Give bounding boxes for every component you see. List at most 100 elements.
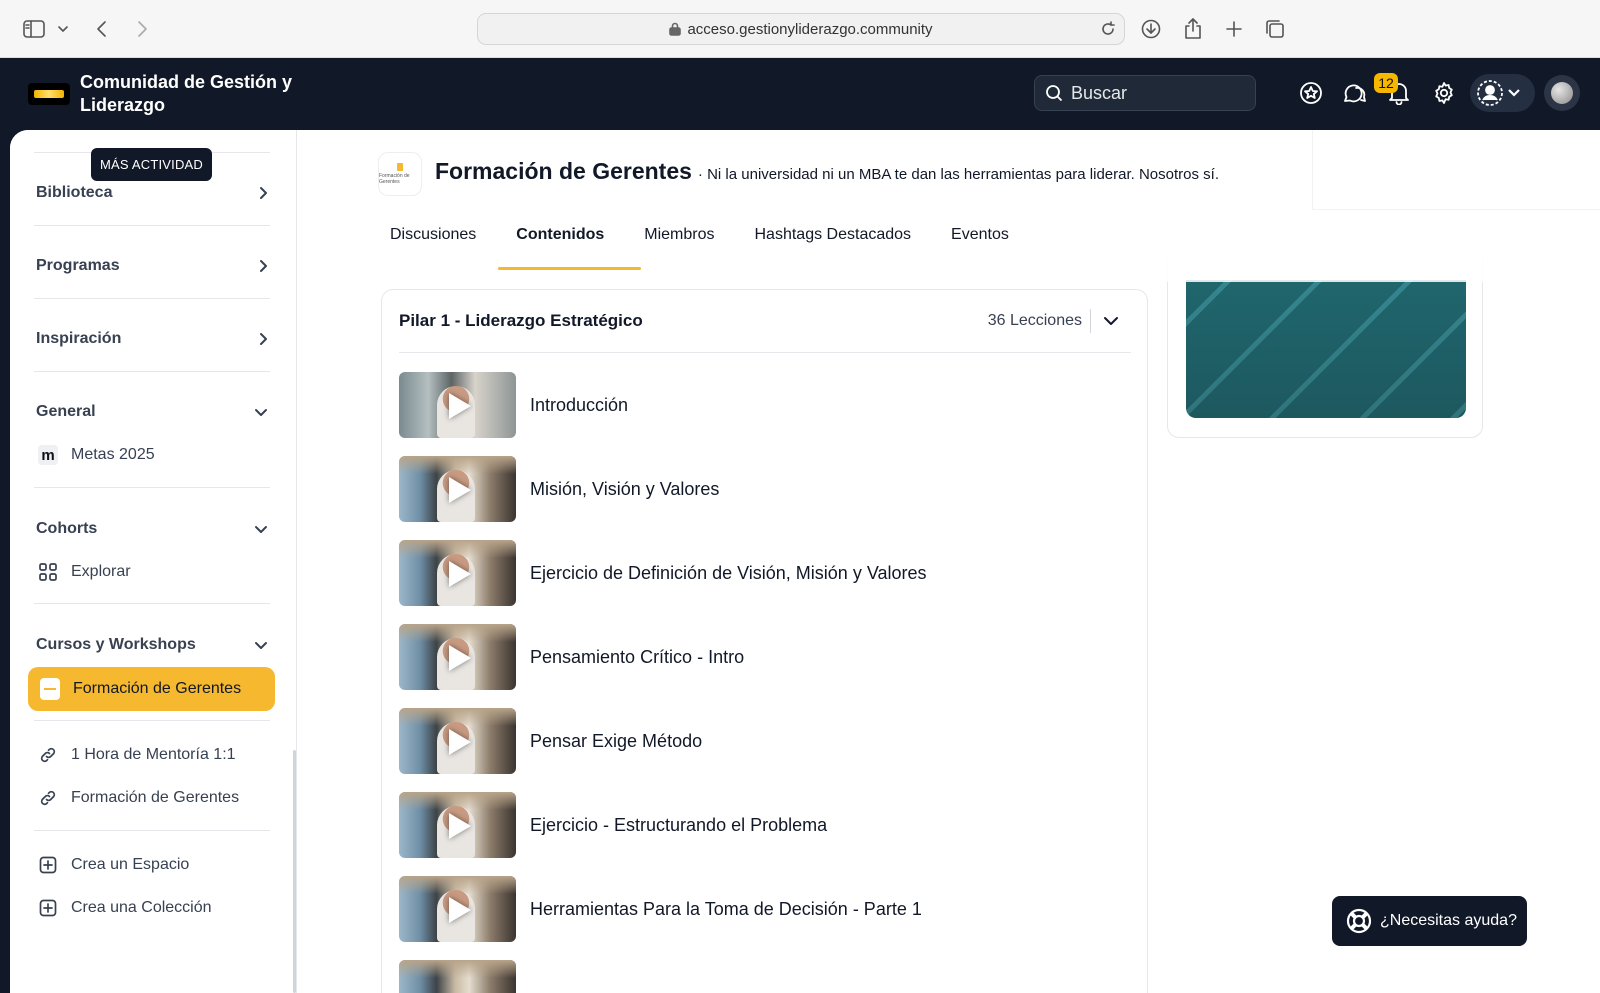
download-icon[interactable] [1140,16,1162,42]
avatar[interactable] [1544,75,1580,111]
plus-square-icon [39,856,57,874]
share-icon[interactable] [1182,16,1204,42]
lesson-item[interactable]: Pensamiento Crítico - Intro [399,624,1119,690]
play-icon [449,813,471,839]
tab-contenidos[interactable]: Contenidos [498,222,642,270]
divider [34,830,270,831]
chevron-right-icon [260,260,267,272]
user-menu-button[interactable] [1470,74,1535,112]
item-label: Crea un Espacio [71,856,190,873]
item-label: Metas 2025 [71,446,155,463]
lesson-title: Herramientas Para la Toma de Decisión - … [530,898,922,919]
chevron-down-icon [1508,89,1520,97]
lesson-item[interactable]: Herramientas Para la Toma de Decisión - … [399,876,1119,942]
lesson-thumbnail[interactable] [399,624,516,690]
sidebar-section-cohorts[interactable]: Cohorts [36,516,268,542]
sidebar-link-mentoria[interactable]: 1 Hora de Mentoría 1:1 [38,742,270,768]
lesson-thumbnail[interactable] [399,456,516,522]
sidebar: MÁS ACTIVIDAD Biblioteca Programas Inspi… [10,130,297,993]
chevron-right-icon [260,187,267,199]
lesson-item[interactable] [399,960,1119,993]
reload-icon[interactable] [1100,21,1116,37]
play-icon [449,393,471,419]
lesson-item[interactable]: Ejercicio - Estructurando el Problema [399,792,1119,858]
divider [34,298,270,299]
brand-logo[interactable] [28,83,70,105]
section-label: Programas [36,257,120,274]
cover-image [1186,280,1466,418]
lesson-item[interactable]: Pensar Exige Método [399,708,1119,774]
search-icon [1046,85,1063,102]
help-label: ¿Necesitas ayuda? [1380,912,1517,929]
section-label: Inspiración [36,330,122,347]
space-logo-text: Formación de Gerentes [379,173,410,185]
space-m-icon: m [38,445,58,465]
create-space-button[interactable]: Crea un Espacio [38,852,270,878]
search-input[interactable]: Buscar [1034,75,1256,111]
sidebar-item-metas-2025[interactable]: m Metas 2025 [38,442,270,468]
brand-name[interactable]: Comunidad de Gestión y Liderazgo [80,71,320,117]
lesson-item[interactable]: Ejercicio de Definición de Visión, Misió… [399,540,1119,606]
url-text: acceso.gestionyliderazgo.community [687,20,933,38]
sidebar-scrollbar[interactable] [293,750,296,993]
divider [34,720,270,721]
lesson-title: Pensar Exige Método [530,730,703,751]
sidebar-toggle-icon[interactable] [22,16,46,42]
lesson-thumbnail[interactable] [399,708,516,774]
sidebar-section-general[interactable]: General [36,399,268,425]
space-logo: Formación de Gerentes [378,152,422,196]
chevron-right-icon [260,333,267,345]
lesson-title: Misión, Visión y Valores [530,478,720,499]
divider [34,487,270,488]
collapse-button[interactable] [1091,316,1131,326]
lesson-count: 36 Lecciones [988,309,1091,333]
gear-icon[interactable] [1428,77,1460,109]
grid-icon [39,563,57,581]
lesson-thumbnail[interactable] [399,372,516,438]
divider [34,603,270,604]
address-bar[interactable]: acceso.gestionyliderazgo.community [477,13,1125,45]
lesson-thumbnail[interactable] [399,540,516,606]
lesson-item[interactable]: Misión, Visión y Valores [399,456,1119,522]
forward-icon[interactable] [132,16,152,42]
user-circle-icon [1477,80,1503,106]
sidebar-section-programas[interactable]: Programas [36,253,268,279]
tabs-overview-icon[interactable] [1264,16,1286,42]
chevron-down-icon [255,642,267,649]
chevron-down-icon[interactable] [56,16,70,42]
sidebar-item-formacion-de-gerentes[interactable]: Formación de Gerentes [28,667,275,711]
lesson-item[interactable]: Introducción [399,372,1119,438]
sidebar-section-cursos-workshops[interactable]: Cursos y Workshops [36,632,268,658]
lesson-title: Pensamiento Crítico - Intro [530,646,745,667]
play-icon [449,729,471,755]
lesson-thumbnail[interactable] [399,876,516,942]
chat-icon[interactable] [1338,77,1370,109]
section-label: Cursos y Workshops [36,636,196,653]
sidebar-section-biblioteca[interactable]: Biblioteca [36,180,268,206]
lock-icon [669,22,682,36]
create-collection-button[interactable]: Crea una Colección [38,895,270,921]
sidebar-section-inspiracion[interactable]: Inspiración [36,326,268,352]
help-button[interactable]: ¿Necesitas ayuda? [1332,896,1527,946]
play-icon [449,645,471,671]
back-icon[interactable] [92,16,112,42]
tab-eventos[interactable]: Eventos [951,222,1028,270]
section-header[interactable]: Pilar 1 - Liderazgo Estratégico 36 Lecci… [399,290,1131,353]
chevron-down-icon [255,409,267,416]
star-icon[interactable] [1295,77,1327,109]
link-icon [40,790,56,806]
tab-hashtags-destacados[interactable]: Hashtags Destacados [755,222,931,270]
plus-square-icon [39,899,57,917]
space-description: · Ni la universidad ni un MBA te dan las… [697,166,1220,183]
lesson-thumbnail[interactable] [399,792,516,858]
divider [34,225,270,226]
sidebar-item-explorar[interactable]: Explorar [38,559,270,585]
tab-discusiones[interactable]: Discusiones [390,222,495,270]
sidebar-link-formacion-de-gerentes[interactable]: Formación de Gerentes [38,785,270,811]
tab-miembros[interactable]: Miembros [644,222,733,270]
new-tab-icon[interactable] [1223,16,1245,42]
item-label: Explorar [71,563,131,580]
lesson-thumbnail[interactable] [399,960,516,993]
space-logo-icon [40,678,60,700]
tooltip: MÁS ACTIVIDAD [91,148,213,181]
